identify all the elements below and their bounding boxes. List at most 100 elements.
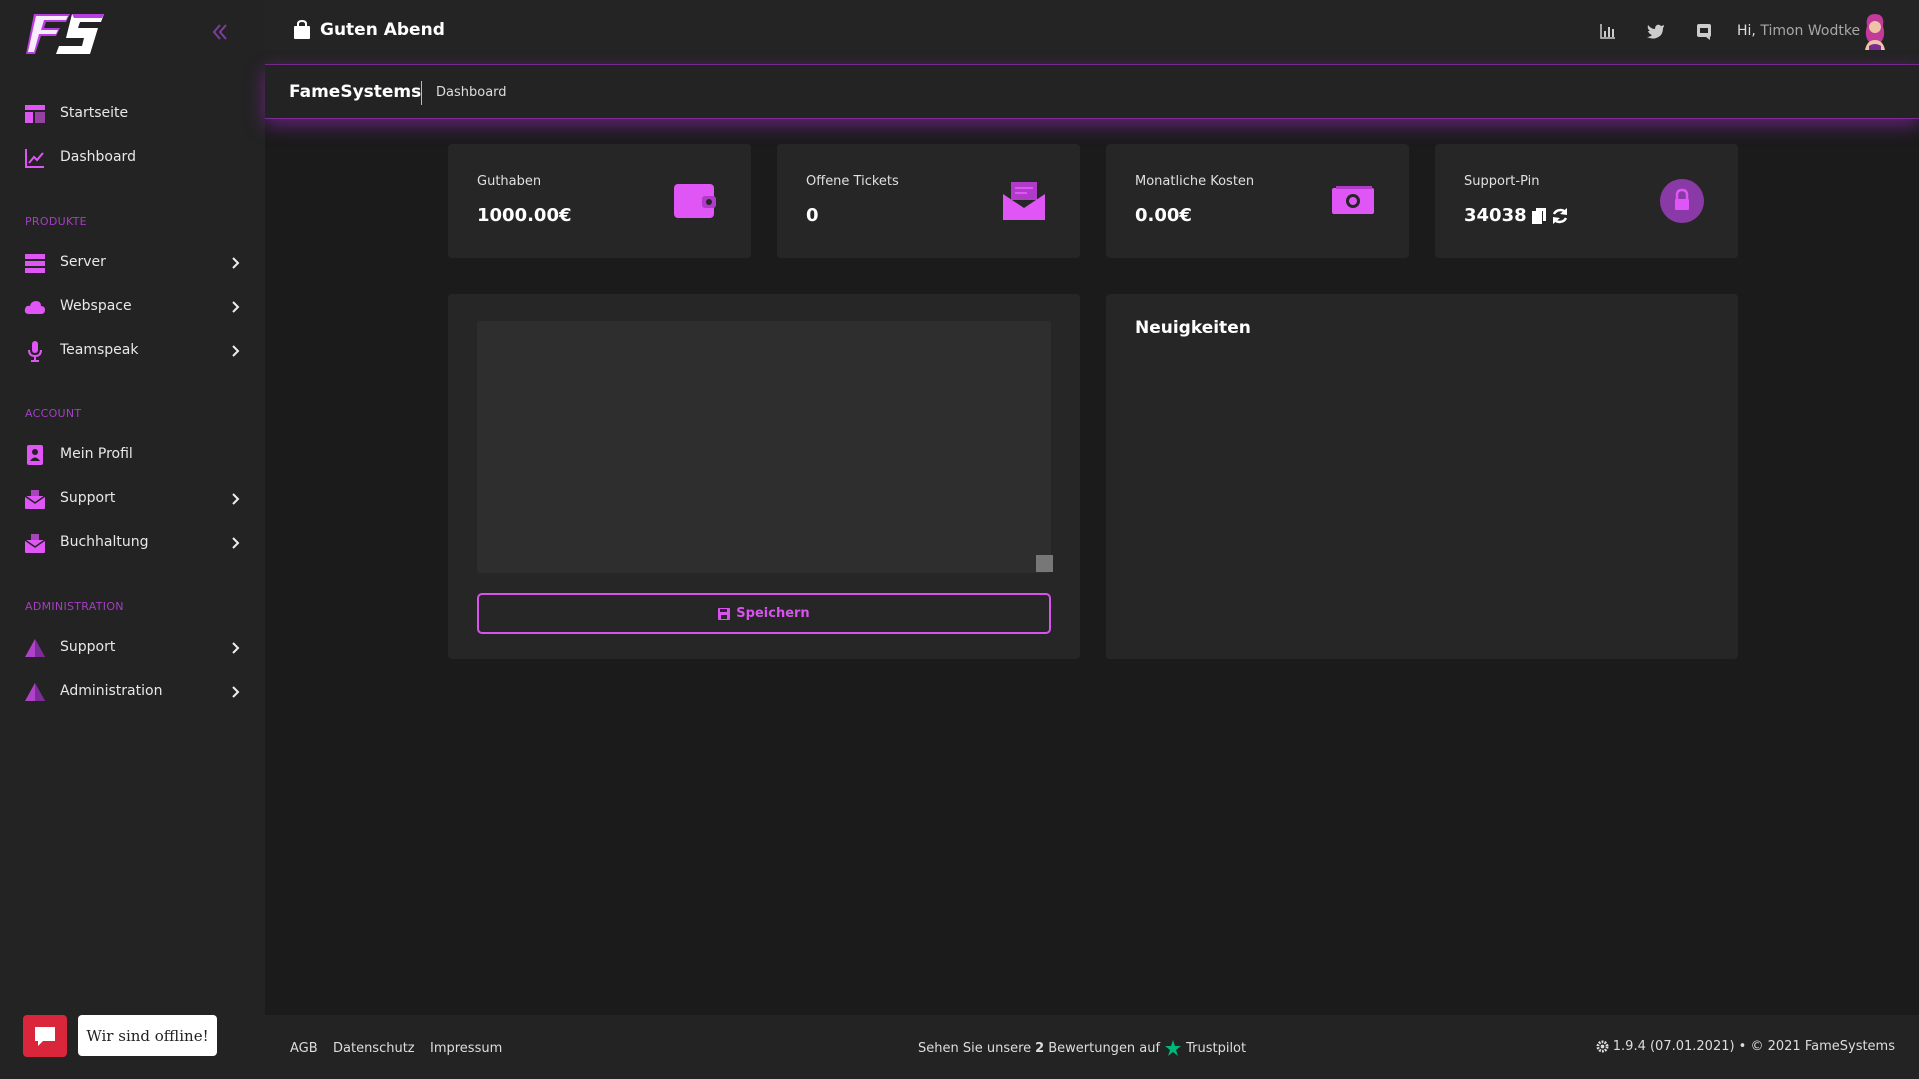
- sidebar-item-teamspeak[interactable]: Teamspeak: [0, 329, 265, 373]
- hi-label: Hi,: [1737, 23, 1756, 39]
- card-title: Monatliche Kosten: [1135, 174, 1255, 189]
- chevron-right-icon: [232, 537, 240, 549]
- trust-prefix: Sehen Sie unsere: [918, 1040, 1032, 1056]
- sidebar-item-label: Buchhaltung: [60, 534, 149, 550]
- sidebar-item-mein-profil[interactable]: Mein Profil: [0, 433, 265, 477]
- warning-icon: [25, 639, 45, 657]
- section-label-administration: ADMINISTRATION: [25, 600, 124, 613]
- money-icon: [1332, 186, 1374, 214]
- chevron-right-icon: [232, 301, 240, 313]
- card-offene-tickets: Offene Tickets 0: [777, 144, 1080, 258]
- card-title: Offene Tickets: [806, 174, 899, 189]
- sidebar-item-label: Support: [60, 639, 116, 655]
- card-value: 0: [806, 205, 819, 226]
- sidebar-item-buchhaltung[interactable]: Buchhaltung: [0, 521, 265, 565]
- save-icon: [718, 607, 731, 620]
- chevron-right-icon: [232, 642, 240, 654]
- sidebar-item-admin-support[interactable]: Support: [0, 626, 265, 670]
- sidebar-item-label: Server: [60, 254, 106, 270]
- support-pin-value: 34038: [1464, 205, 1527, 226]
- gear-icon: [1596, 1040, 1609, 1053]
- chat-status-bubble[interactable]: Wir sind offline!: [78, 1015, 217, 1056]
- trust-suffix: Bewertungen auf: [1048, 1040, 1161, 1056]
- chevron-right-icon: [232, 686, 240, 698]
- card-value: 1000.00€: [477, 205, 572, 226]
- lock-icon: [1660, 179, 1704, 223]
- chat-icon: [35, 1027, 55, 1046]
- avatar[interactable]: [1859, 12, 1891, 50]
- greeting-text: Guten Abend: [320, 20, 445, 40]
- sidebar-item-server[interactable]: Server: [0, 241, 265, 285]
- sidebar-item-label: Webspace: [60, 298, 132, 314]
- card-monatliche-kosten: Monatliche Kosten 0.00€: [1106, 144, 1409, 258]
- trustpilot-star-icon: [1165, 1040, 1182, 1056]
- footer-link-datenschutz[interactable]: Datenschutz: [333, 1041, 415, 1056]
- cloud-icon: [24, 301, 45, 314]
- accounting-icon: [24, 534, 46, 553]
- news-panel: Neuigkeiten: [1106, 294, 1738, 659]
- wallet-icon: [674, 184, 716, 218]
- copy-icon[interactable]: [1531, 207, 1547, 225]
- section-label-produkte: PRODUKTE: [25, 215, 87, 228]
- trust-brand: Trustpilot: [1186, 1040, 1247, 1056]
- sidebar-item-label: Teamspeak: [60, 342, 139, 358]
- sidebar-item-label: Dashboard: [60, 149, 136, 165]
- microphone-icon: [28, 341, 42, 362]
- chevron-right-icon: [232, 345, 240, 357]
- twitter-icon[interactable]: [1647, 22, 1665, 40]
- notes-textarea[interactable]: [477, 321, 1051, 573]
- card-support-pin: Support-Pin 34038: [1435, 144, 1738, 258]
- chat-button[interactable]: [23, 1015, 67, 1057]
- famesystems-logo[interactable]: [26, 12, 106, 56]
- sidebar-item-dashboard[interactable]: Dashboard: [0, 136, 265, 180]
- trustpilot-reviews[interactable]: Sehen Sie unsere 2 Bewertungen auf Trust…: [918, 1039, 1246, 1057]
- discord-icon[interactable]: [1695, 22, 1713, 40]
- chart-line-icon: [25, 149, 44, 168]
- layout-icon: [25, 105, 45, 123]
- top-header: Guten Abend Hi, Timon Wodtke: [265, 0, 1919, 65]
- footer-link-impressum[interactable]: Impressum: [430, 1041, 502, 1056]
- collapse-sidebar-icon[interactable]: [208, 20, 232, 44]
- trust-count: 2: [1035, 1040, 1045, 1056]
- version-text: 1.9.4 (07.01.2021) • © 2021 FameSystems: [1612, 1039, 1895, 1054]
- breadcrumb-divider: [421, 81, 422, 105]
- warning-icon: [25, 683, 45, 701]
- card-value: 34038: [1464, 205, 1569, 226]
- card-title: Support-Pin: [1464, 174, 1540, 189]
- server-icon: [25, 254, 45, 273]
- footer-link-agb[interactable]: AGB: [290, 1041, 318, 1056]
- sidebar-item-startseite[interactable]: Startseite: [0, 92, 265, 136]
- sidebar-item-label: Mein Profil: [60, 446, 133, 462]
- footer: AGB Datenschutz Impressum Sehen Sie unse…: [265, 1015, 1919, 1079]
- sidebar: Startseite Dashboard PRODUKTE Server Web…: [0, 0, 265, 1079]
- user-greeting[interactable]: Hi, Timon Wodtke: [1737, 23, 1860, 39]
- card-guthaben: Guthaben 1000.00€: [448, 144, 751, 258]
- profile-icon: [27, 445, 43, 465]
- save-button[interactable]: Speichern: [477, 593, 1051, 634]
- notes-panel: Speichern: [448, 294, 1080, 659]
- news-title: Neuigkeiten: [1135, 318, 1251, 338]
- greeting: Guten Abend: [292, 20, 445, 40]
- version-info: 1.9.4 (07.01.2021) • © 2021 FameSystems: [1596, 1039, 1895, 1054]
- textarea-resize-handle[interactable]: [1036, 555, 1053, 572]
- sidebar-item-webspace[interactable]: Webspace: [0, 285, 265, 329]
- stats-chart-icon[interactable]: [1599, 22, 1617, 40]
- refresh-icon[interactable]: [1551, 207, 1569, 225]
- support-icon: [24, 490, 46, 509]
- brand-name[interactable]: FameSystems: [289, 82, 421, 102]
- chevron-right-icon: [232, 257, 240, 269]
- breadcrumb: FameSystems Dashboard: [265, 65, 1919, 119]
- breadcrumb-current: Dashboard: [436, 85, 507, 100]
- shopping-bag-icon: [294, 20, 310, 39]
- sidebar-item-administration[interactable]: Administration: [0, 670, 265, 714]
- chevron-right-icon: [232, 493, 240, 505]
- sidebar-item-label: Startseite: [60, 105, 129, 121]
- sidebar-item-support[interactable]: Support: [0, 477, 265, 521]
- card-value: 0.00€: [1135, 205, 1192, 226]
- card-title: Guthaben: [477, 174, 542, 189]
- section-label-account: ACCOUNT: [25, 407, 82, 420]
- sidebar-item-label: Administration: [60, 683, 163, 699]
- user-name: Timon Wodtke: [1760, 23, 1861, 39]
- save-button-label: Speichern: [736, 606, 810, 621]
- sidebar-item-label: Support: [60, 490, 116, 506]
